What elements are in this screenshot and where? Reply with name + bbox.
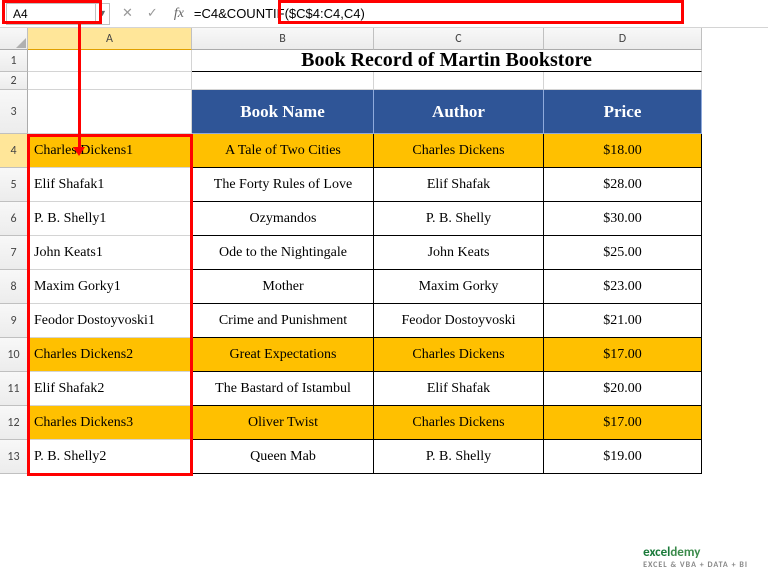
watermark: exceldemy EXCEL & VBA + DATA + BI [643,545,748,570]
cell-book[interactable]: The Forty Rules of Love [192,168,374,202]
header-price[interactable]: Price [544,90,702,134]
cell-price[interactable]: $18.00 [544,134,702,168]
cell-author[interactable]: P. B. Shelly [374,202,544,236]
cell-helper[interactable]: Charles Dickens1 [28,134,192,168]
row-header[interactable]: 4 [0,134,28,168]
row-header[interactable]: 10 [0,338,28,372]
cell[interactable] [28,72,192,90]
col-header-b[interactable]: B [192,28,374,50]
cell[interactable] [374,72,544,90]
row-header[interactable]: 8 [0,270,28,304]
cell-price[interactable]: $17.00 [544,406,702,440]
name-box[interactable] [6,3,96,25]
confirm-icon[interactable]: ✓ [147,6,158,21]
row-header[interactable]: 9 [0,304,28,338]
cell-book[interactable]: Crime and Punishment [192,304,374,338]
cell-price[interactable]: $20.00 [544,372,702,406]
row-header[interactable]: 12 [0,406,28,440]
cell-book[interactable]: Oliver Twist [192,406,374,440]
header-book-name[interactable]: Book Name [192,90,374,134]
cell-price[interactable]: $17.00 [544,338,702,372]
col-header-c[interactable]: C [374,28,544,50]
annotation-connector [78,24,81,150]
cell-author[interactable]: Elif Shafak [374,168,544,202]
header-author[interactable]: Author [374,90,544,134]
title-cell[interactable]: Book Record of Martin Bookstore [192,50,702,72]
row-header[interactable]: 7 [0,236,28,270]
cell-book[interactable]: Great Expectations [192,338,374,372]
cell-helper[interactable]: Charles Dickens3 [28,406,192,440]
row-header[interactable]: 1 [0,50,28,72]
cell-author[interactable]: Maxim Gorky [374,270,544,304]
col-header-a[interactable]: A [28,28,192,50]
cell-helper[interactable]: Feodor Dostoyvoski1 [28,304,192,338]
annotation-arrow-tip [73,147,85,156]
row-header[interactable]: 13 [0,440,28,474]
cell-helper[interactable]: P. B. Shelly2 [28,440,192,474]
row-header[interactable]: 6 [0,202,28,236]
cell-price[interactable]: $30.00 [544,202,702,236]
row-header[interactable]: 2 [0,72,28,90]
cell-helper[interactable]: Elif Shafak1 [28,168,192,202]
cancel-icon[interactable]: ✕ [122,6,133,21]
column-headers: A B C D [28,28,702,50]
row-header[interactable]: 3 [0,90,28,134]
cell-book[interactable]: Ode to the Nightingale [192,236,374,270]
cell-helper[interactable]: Charles Dickens2 [28,338,192,372]
cell-author[interactable]: Charles Dickens [374,134,544,168]
cell-helper[interactable]: John Keats1 [28,236,192,270]
cell-book[interactable]: Queen Mab [192,440,374,474]
cell-price[interactable]: $19.00 [544,440,702,474]
cells-area: Book Record of Martin Bookstore Book Nam… [28,50,702,474]
row-headers: 1 2 3 4 5 6 7 8 9 10 11 12 13 [0,50,28,474]
cell-book[interactable]: A Tale of Two Cities [192,134,374,168]
select-all-corner[interactable] [0,28,28,50]
cell-book[interactable]: The Bastard of Istambul [192,372,374,406]
cell-book[interactable]: Mother [192,270,374,304]
col-header-d[interactable]: D [544,28,702,50]
cell-helper[interactable]: Maxim Gorky1 [28,270,192,304]
cell-author[interactable]: P. B. Shelly [374,440,544,474]
cell-price[interactable]: $21.00 [544,304,702,338]
cell-author[interactable]: Charles Dickens [374,406,544,440]
name-box-dropdown[interactable]: ▼ [96,3,110,25]
formula-bar: ▼ ✕ ✓ fx [0,0,768,28]
cell-helper[interactable]: Elif Shafak2 [28,372,192,406]
cell[interactable] [192,72,374,90]
cell[interactable] [544,72,702,90]
row-header[interactable]: 5 [0,168,28,202]
cell-author[interactable]: Feodor Dostoyvoski [374,304,544,338]
cell-author[interactable]: Elif Shafak [374,372,544,406]
cell[interactable] [28,90,192,134]
formula-input[interactable] [188,3,762,25]
cell[interactable] [28,50,192,72]
cell-price[interactable]: $25.00 [544,236,702,270]
row-header[interactable]: 11 [0,372,28,406]
cell-author[interactable]: Charles Dickens [374,338,544,372]
cell-author[interactable]: John Keats [374,236,544,270]
cell-helper[interactable]: P. B. Shelly1 [28,202,192,236]
fx-icon[interactable]: fx [170,6,188,22]
cell-book[interactable]: Ozymandos [192,202,374,236]
cell-price[interactable]: $28.00 [544,168,702,202]
cell-price[interactable]: $23.00 [544,270,702,304]
